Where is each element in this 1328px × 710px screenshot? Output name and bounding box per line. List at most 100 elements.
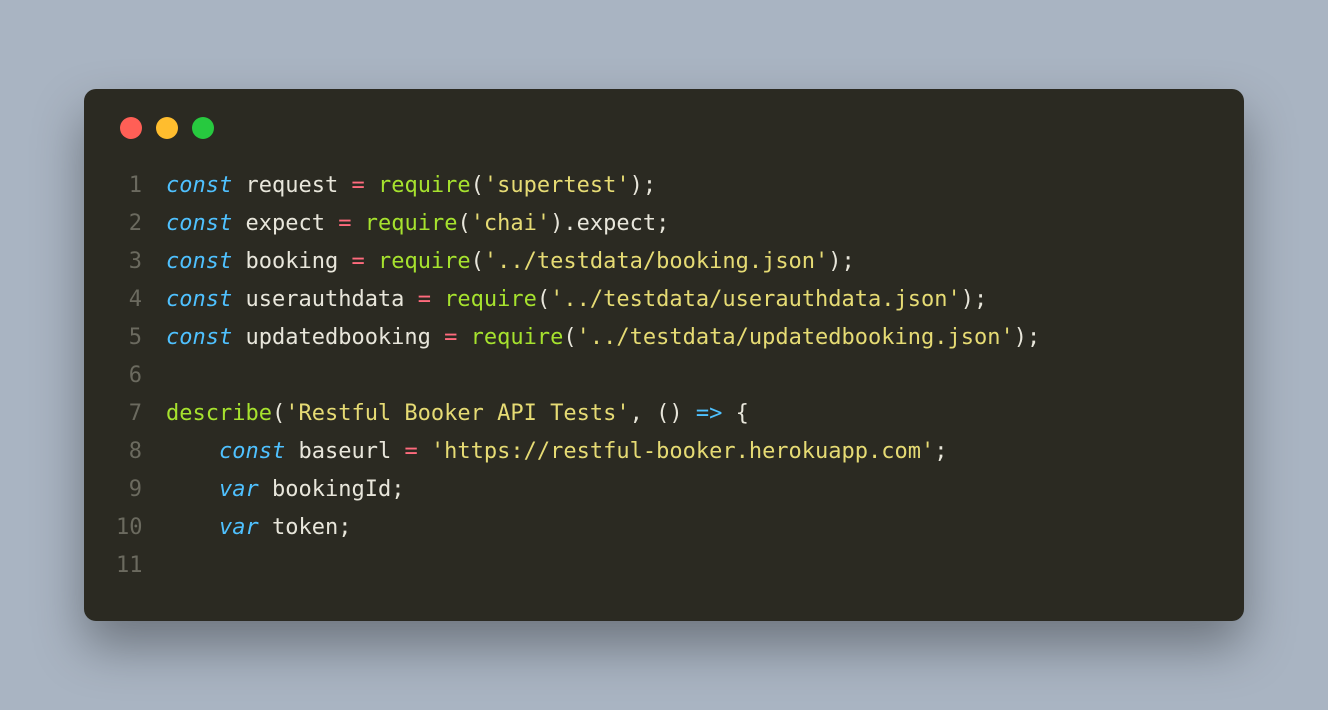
token-punct — [232, 249, 245, 274]
token-str: '../testdata/booking.json' — [484, 249, 828, 274]
token-op: = — [351, 249, 364, 274]
token-ident: baseurl — [298, 439, 391, 464]
code-line: 1const request = require('supertest'); — [116, 167, 1212, 205]
line-number: 1 — [116, 167, 166, 205]
line-content: const updatedbooking = require('../testd… — [166, 319, 1040, 357]
token-op: = — [404, 439, 417, 464]
line-number: 7 — [116, 395, 166, 433]
token-punct — [285, 439, 298, 464]
token-punct: ); — [1014, 325, 1041, 350]
line-content: var bookingId; — [166, 471, 404, 509]
token-func: require — [365, 211, 458, 236]
token-punct — [431, 325, 444, 350]
token-punct — [166, 515, 219, 540]
line-content: const request = require('supertest'); — [166, 167, 656, 205]
token-ident: request — [245, 173, 338, 198]
token-ident: updatedbooking — [245, 325, 430, 350]
token-punct — [232, 325, 245, 350]
token-str: 'supertest' — [484, 173, 630, 198]
token-str: 'chai' — [471, 211, 550, 236]
token-punct — [259, 515, 272, 540]
token-str: 'Restful Booker API Tests' — [285, 401, 629, 426]
token-punct: ( — [537, 287, 550, 312]
token-punct — [259, 477, 272, 502]
line-content: const booking = require('../testdata/boo… — [166, 243, 855, 281]
token-op: = — [338, 211, 351, 236]
line-number: 10 — [116, 509, 166, 547]
line-content: const userauthdata = require('../testdat… — [166, 281, 987, 319]
token-punct — [166, 439, 219, 464]
line-number: 5 — [116, 319, 166, 357]
code-line: 6 — [116, 357, 1212, 395]
titlebar — [116, 117, 1212, 139]
code-editor[interactable]: 1const request = require('supertest');2c… — [116, 167, 1212, 585]
code-line: 8 const baseurl = 'https://restful-booke… — [116, 433, 1212, 471]
token-kw: const — [166, 249, 232, 274]
token-kw: const — [166, 211, 232, 236]
token-kw: const — [219, 439, 285, 464]
token-punct — [431, 287, 444, 312]
code-window: 1const request = require('supertest');2c… — [84, 89, 1244, 621]
token-str: '../testdata/userauthdata.json' — [550, 287, 961, 312]
line-number: 4 — [116, 281, 166, 319]
token-kw: var — [219, 515, 259, 540]
line-content: describe('Restful Booker API Tests', () … — [166, 395, 749, 433]
token-punct: ( — [457, 211, 470, 236]
token-func: require — [471, 325, 564, 350]
token-punct: ; — [338, 515, 351, 540]
token-punct: ( — [272, 401, 285, 426]
token-punct — [166, 477, 219, 502]
line-content — [166, 547, 179, 585]
token-ident: bookingId — [272, 477, 391, 502]
token-punct — [232, 173, 245, 198]
token-punct — [325, 211, 338, 236]
token-punct: ; — [656, 211, 669, 236]
token-punct — [457, 325, 470, 350]
token-punct: { — [722, 401, 749, 426]
token-func: require — [378, 249, 471, 274]
line-content: var token; — [166, 509, 351, 547]
token-op: = — [444, 325, 457, 350]
line-number: 6 — [116, 357, 166, 395]
line-number: 8 — [116, 433, 166, 471]
token-func: describe — [166, 401, 272, 426]
token-punct — [232, 287, 245, 312]
token-ident: booking — [245, 249, 338, 274]
token-punct — [232, 211, 245, 236]
code-line: 5const updatedbooking = require('../test… — [116, 319, 1212, 357]
token-ident: token — [272, 515, 338, 540]
code-line: 10 var token; — [116, 509, 1212, 547]
code-line: 11 — [116, 547, 1212, 585]
token-kw: var — [219, 477, 259, 502]
code-line: 9 var bookingId; — [116, 471, 1212, 509]
code-line: 2const expect = require('chai').expect; — [116, 205, 1212, 243]
line-content: const baseurl = 'https://restful-booker.… — [166, 433, 948, 471]
code-line: 3const booking = require('../testdata/bo… — [116, 243, 1212, 281]
token-op: = — [351, 173, 364, 198]
token-ident: expect — [245, 211, 324, 236]
token-punct — [338, 173, 351, 198]
close-icon[interactable] — [120, 117, 142, 139]
token-punct — [351, 211, 364, 236]
token-punct: ( — [471, 249, 484, 274]
token-func: require — [378, 173, 471, 198]
token-punct: ); — [630, 173, 657, 198]
token-punct: ( — [471, 173, 484, 198]
token-str: '../testdata/updatedbooking.json' — [577, 325, 1014, 350]
token-str: 'https://restful-booker.herokuapp.com' — [431, 439, 934, 464]
token-punct: ; — [934, 439, 947, 464]
token-punct — [338, 249, 351, 274]
token-ident: expect — [577, 211, 656, 236]
token-punct — [391, 439, 404, 464]
maximize-icon[interactable] — [192, 117, 214, 139]
line-content — [166, 357, 179, 395]
token-arrow: => — [696, 401, 723, 426]
line-content: const expect = require('chai').expect; — [166, 205, 669, 243]
token-punct — [365, 173, 378, 198]
token-punct — [418, 439, 431, 464]
token-punct: ( — [563, 325, 576, 350]
minimize-icon[interactable] — [156, 117, 178, 139]
line-number: 3 — [116, 243, 166, 281]
token-ident: userauthdata — [245, 287, 404, 312]
token-kw: const — [166, 325, 232, 350]
